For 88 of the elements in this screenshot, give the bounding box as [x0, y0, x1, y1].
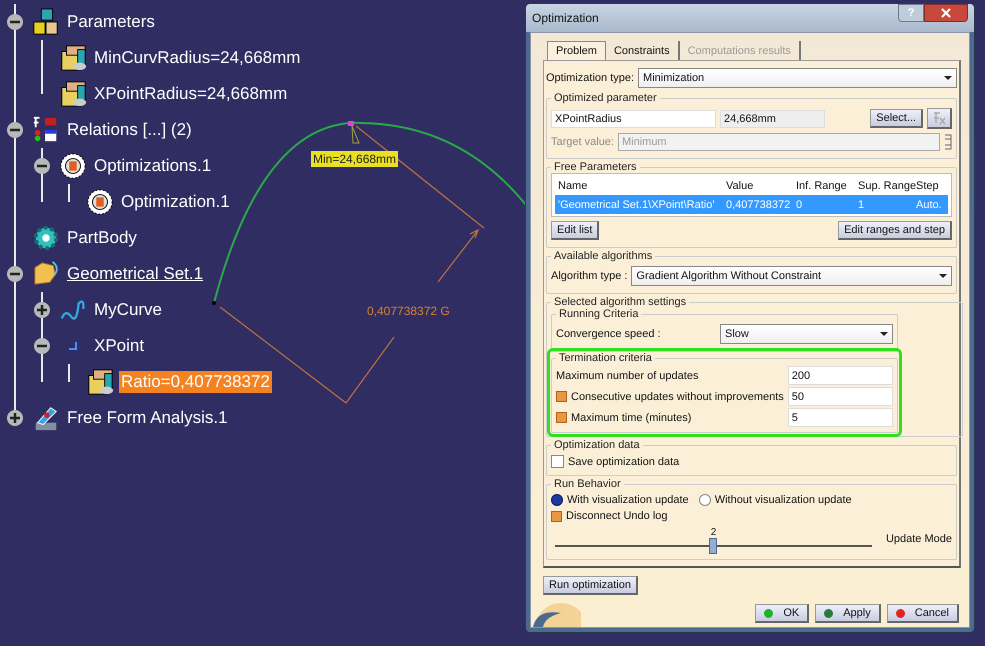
table-cell-text: 'Geometrical Set.1\XPoint\Ratio': [557, 198, 716, 210]
group-title: Selected algorithm settings: [553, 296, 688, 308]
checkbox-label: Disconnect Undo log: [566, 510, 668, 522]
table-cell-text: 0: [795, 198, 804, 210]
slider-label: Update Mode: [886, 533, 952, 545]
field-label: Consecutive updates without improvements: [571, 390, 784, 402]
window-title: Optimization: [532, 11, 599, 25]
parameter-icon: [59, 80, 87, 108]
group-title: Optimized parameter: [553, 92, 658, 104]
tree-item[interactable]: Free Form Analysis.1: [65, 407, 230, 429]
dialog-button[interactable]: OK: [755, 604, 810, 623]
expand-toggle[interactable]: [32, 300, 52, 320]
input-field[interactable]: 50: [788, 387, 893, 406]
checkbox-label: Save optimization data: [568, 456, 680, 468]
dimension-label: 0,407738372 G: [367, 304, 450, 318]
field-label: Maximum number of updates: [556, 370, 700, 382]
slider-thumb[interactable]: [709, 538, 718, 554]
input-field[interactable]: 200: [788, 366, 893, 385]
table-cell-text: 0,407738372: [725, 198, 792, 210]
field-label: Maximum time (minutes): [571, 412, 692, 424]
collapse-toggle[interactable]: [5, 264, 25, 284]
group-title: Available algorithms: [553, 250, 654, 262]
table-cell-text: 1: [857, 198, 866, 210]
radio-label: Without visualization update: [714, 494, 852, 506]
tree-item[interactable]: MinCurvRadius=24,668mm: [92, 47, 302, 69]
dialog-button[interactable]: Apply: [815, 604, 881, 623]
tree-item[interactable]: Relations [...] (2): [65, 119, 194, 141]
table-button[interactable]: Edit list: [551, 221, 600, 240]
target-icon: [59, 152, 87, 180]
input-field[interactable]: 5: [788, 408, 893, 427]
field-label: Convergence speed :: [556, 328, 662, 340]
column-header: Value: [725, 180, 754, 192]
field-label: Algorithm type :: [551, 270, 628, 282]
expand-toggle[interactable]: [5, 408, 25, 428]
parameter-icon: [86, 368, 114, 396]
formula-icon: [931, 110, 947, 126]
close-icon: [941, 8, 951, 18]
checkbox[interactable]: [556, 412, 567, 423]
value-field: 24,668mm: [720, 110, 825, 128]
collapse-toggle[interactable]: [5, 120, 25, 140]
measure-label: Min=24,668mm: [311, 151, 398, 167]
select-button[interactable]: Select...: [870, 109, 923, 128]
tree-item[interactable]: Geometrical Set.1: [65, 263, 206, 285]
table-button[interactable]: Edit ranges and step: [838, 221, 952, 240]
tab[interactable]: Problem: [547, 41, 606, 60]
slider-value: 2: [710, 528, 716, 538]
tree-item[interactable]: PartBody: [65, 227, 139, 249]
checkbox[interactable]: [551, 510, 562, 522]
column-header: Inf. Range: [795, 180, 848, 192]
column-header: Name: [557, 180, 588, 192]
column-header: Step: [916, 180, 940, 192]
group-title: Optimization data: [553, 439, 641, 451]
parameters-icon: [32, 8, 60, 36]
target-icon: [86, 188, 114, 216]
spinner-icon: [944, 133, 952, 151]
input-field[interactable]: XPointRadius: [551, 110, 716, 128]
field-label: Optimization type:: [546, 72, 634, 84]
radio-button[interactable]: [698, 494, 711, 506]
collapse-toggle[interactable]: [32, 336, 52, 356]
table-cell-text: Auto.: [915, 198, 943, 210]
arrow: [437, 228, 480, 283]
tree-item[interactable]: Parameters: [65, 11, 157, 33]
dropdown[interactable]: Gradient Algorithm Without Constraint: [631, 266, 952, 286]
dropdown[interactable]: Minimization: [638, 68, 957, 88]
radio-label: With visualization update: [567, 494, 689, 506]
group-title: Free Parameters: [553, 161, 638, 173]
radio-button[interactable]: [551, 494, 563, 506]
tree-item[interactable]: XPointRadius=24,668mm: [92, 83, 290, 105]
point-icon: [69, 342, 77, 350]
checkbox[interactable]: [556, 391, 567, 402]
dialog-button[interactable]: Cancel: [886, 604, 959, 623]
tree-item[interactable]: Optimizations.1: [92, 155, 214, 177]
formula-button[interactable]: [927, 108, 952, 129]
tree-item[interactable]: MyCurve: [92, 299, 164, 321]
tree-item[interactable]: XPoint: [92, 335, 146, 357]
gear-icon: [32, 224, 60, 252]
tree-item[interactable]: Optimization.1: [119, 191, 232, 213]
collapse-toggle[interactable]: [32, 156, 52, 176]
group-title: Run Behavior: [553, 478, 622, 490]
close-button[interactable]: [924, 4, 968, 22]
group-title: Running Criteria: [558, 308, 640, 320]
dropdown[interactable]: Slow: [720, 324, 893, 344]
run-button[interactable]: Run optimization: [543, 576, 638, 595]
collapse-toggle[interactable]: [5, 12, 25, 32]
parameter-icon: [59, 44, 87, 72]
group-title: Termination criteria: [558, 352, 653, 364]
checkbox[interactable]: [551, 455, 564, 468]
field-label: Target value:: [551, 136, 614, 148]
